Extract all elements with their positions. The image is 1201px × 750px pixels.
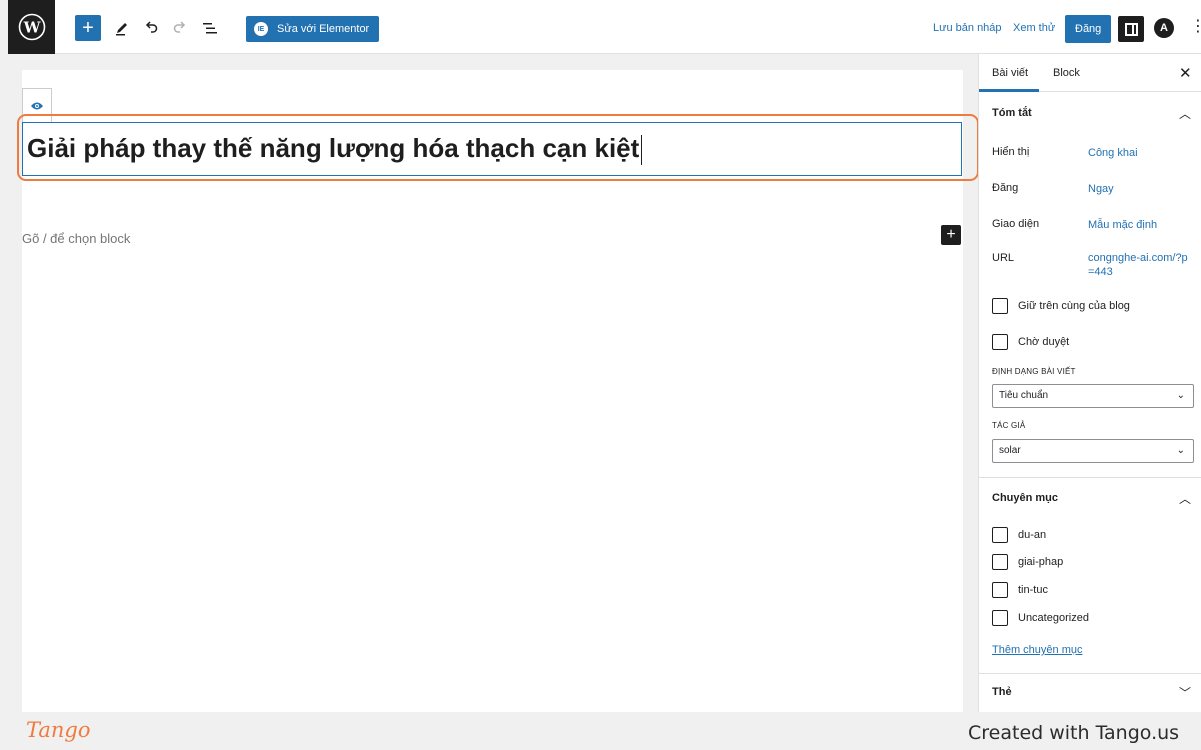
panel-divider [979,673,1201,674]
author-value: solar [999,445,1021,456]
chevron-down-icon[interactable]: ﹀ [1179,684,1191,701]
more-options-icon[interactable]: ⋮ [1190,17,1201,37]
post-title: Giải pháp thay thế năng lượng hóa thạch … [27,133,643,166]
undo-icon [145,21,158,33]
post-format-value: Tiêu chuẩn [999,390,1049,401]
preview-toggle-button[interactable] [22,88,52,122]
text-caret [641,135,643,166]
edit-with-elementor-button[interactable]: IE Sửa với Elementor [246,16,380,42]
post-title-field[interactable]: Giải pháp thay thế năng lượng hóa thạch … [22,122,962,176]
settings-sidebar: Bài viết Block ✕ Tóm tắt ︿ Hiển thị Công… [978,54,1201,712]
chevron-down-icon: ⌄ [1176,390,1185,401]
author-select[interactable]: solar ⌄ [992,439,1194,463]
pending-checkbox-row[interactable]: Chờ duyệt [992,334,1069,350]
summary-panel-title[interactable]: Tóm tắt [992,107,1032,119]
tango-credit: Created with Tango.us [968,722,1180,744]
sticky-checkbox[interactable] [992,298,1008,314]
template-label: Giao diện [992,218,1040,230]
category-checkbox[interactable] [992,527,1008,543]
sidebar-icon [1124,22,1138,36]
svg-text:W: W [22,19,41,37]
publish-label: Đăng [992,182,1019,194]
save-draft-button[interactable]: Lưu bản nháp [933,22,1002,34]
tab-block[interactable]: Block [1053,67,1080,79]
undo-button[interactable] [138,15,164,41]
close-icon[interactable]: ✕ [1179,64,1192,82]
list-view-button[interactable] [197,15,223,41]
category-checkbox[interactable] [992,554,1008,570]
add-block-button[interactable]: + [75,15,101,41]
chevron-down-icon: ⌄ [1176,445,1185,456]
visibility-label: Hiển thị [992,146,1030,158]
publish-value[interactable]: Ngay [1088,182,1193,196]
preview-button[interactable]: Xem thử [1013,22,1055,34]
plus-icon: + [82,17,94,39]
list-view-icon [203,23,217,34]
categories-panel-title[interactable]: Chuyên mục [992,492,1058,504]
url-label: URL [992,252,1015,264]
category-item[interactable]: giai-phap [992,554,1063,570]
publish-button[interactable]: Đăng [1065,15,1112,43]
plus-icon: + [946,226,956,243]
tab-post[interactable]: Bài viết [992,67,1028,79]
edit-tool-button[interactable] [109,15,135,41]
author-label: TÁC GIẢ [992,421,1026,430]
category-checkbox[interactable] [992,582,1008,598]
redo-button[interactable] [167,15,193,41]
eye-icon [31,102,43,109]
elementor-label: Sửa với Elementor [277,23,370,35]
astra-settings-icon[interactable]: A [1154,18,1174,38]
template-value[interactable]: Mẫu mặc định [1088,218,1193,232]
add-category-link[interactable]: Thêm chuyên mục [992,644,1082,656]
category-label: du-an [1018,529,1047,541]
category-checkbox[interactable] [992,610,1008,626]
tango-logo: Tango [26,718,91,742]
block-placeholder[interactable]: Gõ / để chọn block [22,231,130,246]
post-format-select[interactable]: Tiêu chuẩn ⌄ [992,384,1194,408]
elementor-icon: IE [254,22,268,36]
category-label: Uncategorized [1018,612,1089,624]
pencil-icon [116,23,127,36]
tags-panel-title[interactable]: Thẻ [992,686,1012,698]
editor-toolbar: W + IE Sửa với Elementor Lưu bản nháp Xe… [8,0,1201,54]
url-value[interactable]: congnghe-ai.com/?p=443 [1088,251,1193,279]
sticky-label: Giữ trên cùng của blog [1018,300,1130,312]
category-item[interactable]: Uncategorized [992,610,1089,626]
editor-frame: W + IE Sửa với Elementor Lưu bản nháp Xe… [8,0,1201,712]
category-label: giai-phap [1018,556,1064,568]
category-label: tin-tuc [1018,584,1048,596]
sticky-checkbox-row[interactable]: Giữ trên cùng của blog [992,298,1130,314]
category-item[interactable]: tin-tuc [992,582,1048,598]
category-item[interactable]: du-an [992,527,1046,543]
settings-toggle-button[interactable] [1118,16,1144,42]
active-tab-indicator [979,89,1039,92]
panel-divider [979,477,1201,478]
pending-checkbox[interactable] [992,334,1008,350]
chevron-up-icon[interactable]: ︿ [1179,105,1191,122]
inline-add-block-button[interactable]: + [941,225,961,245]
post-format-label: ĐỊNH DẠNG BÀI VIẾT [992,367,1076,376]
sidebar-tabs: Bài viết Block ✕ [979,54,1201,92]
pending-label: Chờ duyệt [1018,336,1070,348]
redo-icon [173,21,186,33]
visibility-value[interactable]: Công khai [1088,146,1193,160]
wordpress-logo-icon[interactable]: W [8,0,55,54]
chevron-up-icon[interactable]: ︿ [1179,490,1191,507]
